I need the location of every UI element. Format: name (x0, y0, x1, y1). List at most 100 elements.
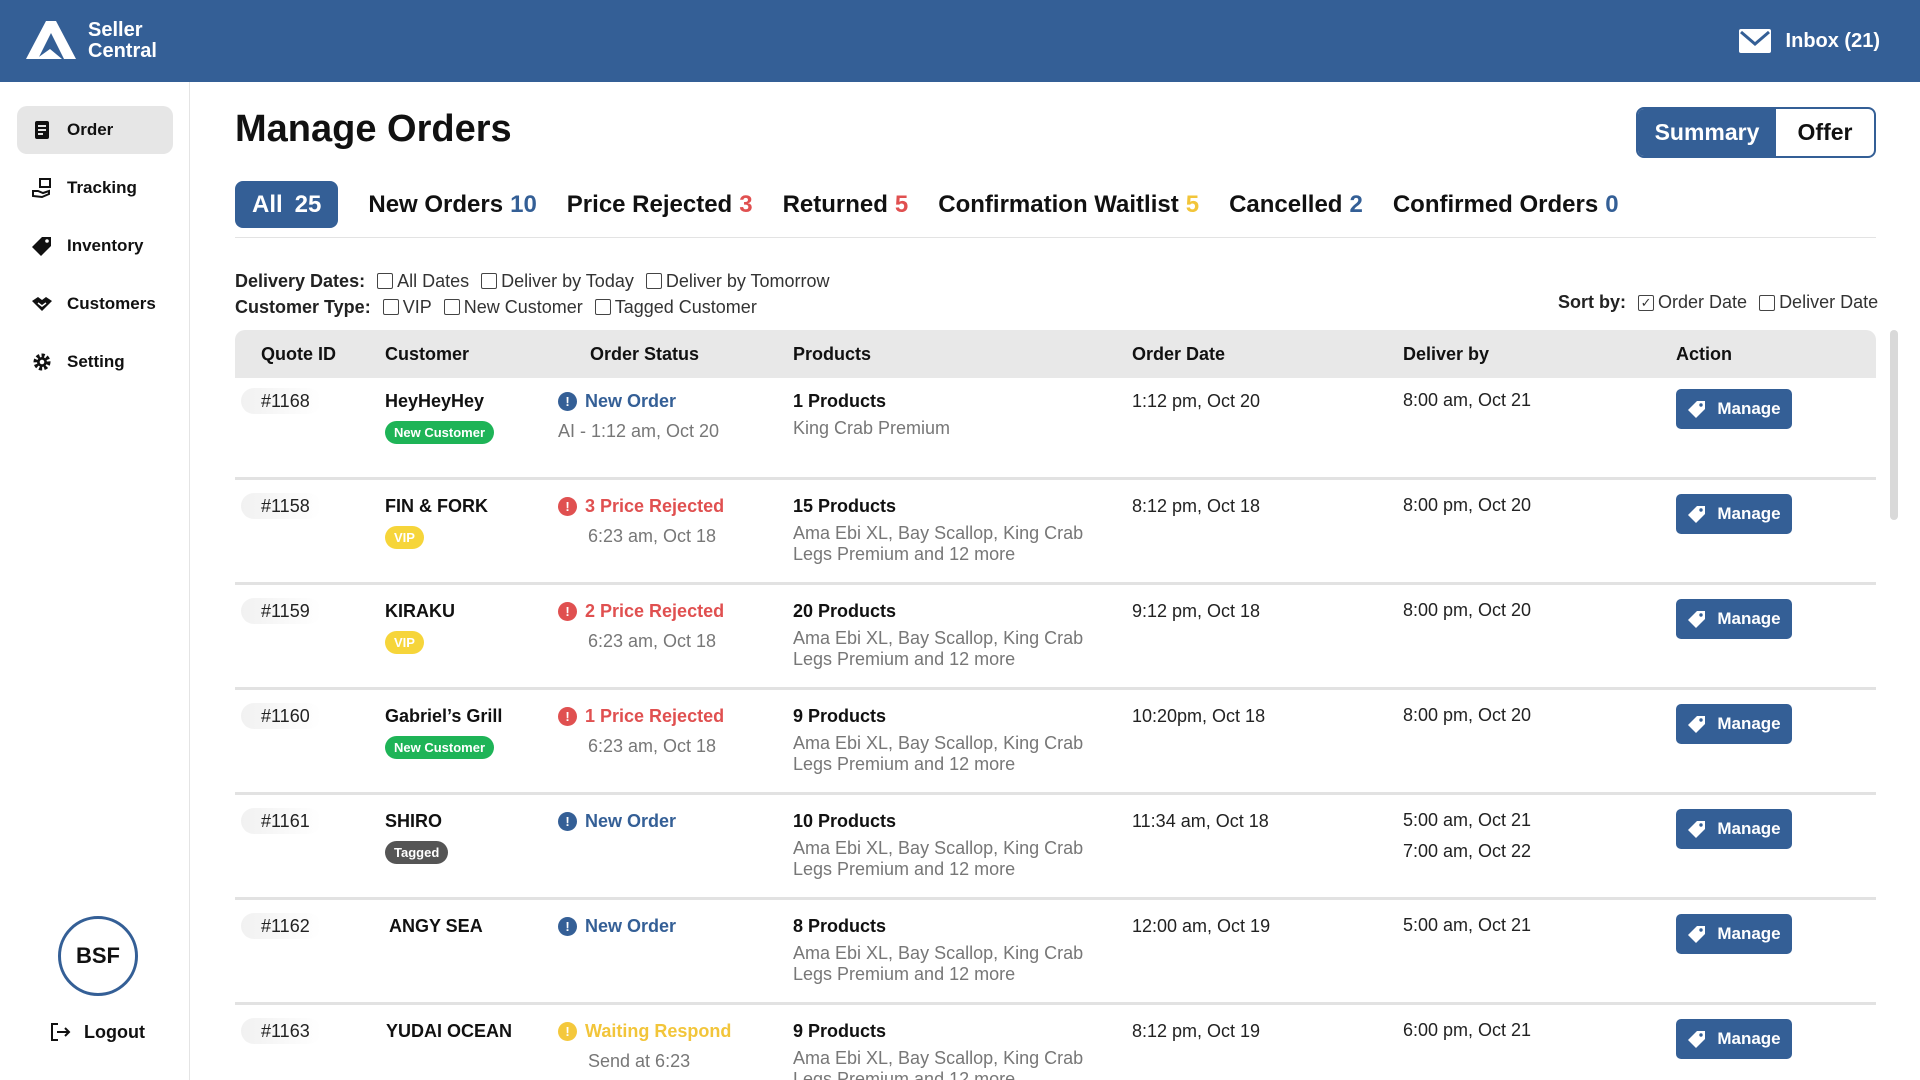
table-row[interactable]: #1161 SHIRO Tagged ! New Order 10 Products… (235, 798, 1876, 900)
scrollbar[interactable] (1890, 330, 1898, 520)
status-cell: ! New Order AI - 1:12 am, Oct 20 (558, 391, 719, 442)
products-count: 1 Products (793, 391, 887, 411)
checkbox[interactable] (645, 273, 662, 289)
checkbox[interactable] (1759, 294, 1776, 311)
tab-label: Returned (782, 190, 888, 218)
tab-confirmation-waitlist[interactable]: Confirmation Waitlist 5 (938, 181, 1199, 228)
checkbox[interactable] (443, 299, 460, 315)
tab-count: 0 (1605, 190, 1619, 218)
tab-confirmed-orders[interactable]: Confirmed Orders 0 (1393, 181, 1619, 228)
table-row[interactable]: #1168 HeyHeyHey New Customer ! New Order AI… (235, 378, 1876, 480)
deliver-by: 8:00 pm, Oct 20 (1403, 595, 1531, 626)
filter-vip[interactable]: VIP (382, 296, 432, 318)
sidebar-item-customers[interactable]: Customers (17, 280, 173, 328)
filter-deliver-today[interactable]: Deliver by Today (481, 271, 634, 292)
header-order-status: Order Status (590, 343, 700, 364)
products-count: 8 Products (793, 916, 887, 936)
avatar[interactable]: BSF (58, 916, 138, 996)
sidebar: Order Tracking Inventory Customers Setti… (0, 82, 190, 1080)
order-date: 8:12 pm, Oct 18 (1132, 496, 1261, 516)
table-row[interactable]: #1158 FIN & FORK VIP ! 3 Price Rejected 6:2… (235, 483, 1876, 585)
page-title: Manage Orders (235, 108, 512, 150)
sidebar-item-setting[interactable]: Setting (17, 338, 173, 386)
status-sub: 6:23 am, Oct 18 (588, 526, 717, 546)
manage-button[interactable]: Manage (1676, 1019, 1792, 1059)
sort-order-date[interactable]: ✓ Order Date (1638, 292, 1747, 313)
status-line: ! New Order (558, 916, 676, 937)
status-line: ! 1 Price Rejected (558, 706, 724, 727)
products-count: 20 Products (793, 601, 897, 621)
sort-by: Sort by: ✓ Order Date Deliver Date (1558, 292, 1878, 313)
inbox-button[interactable]: Inbox (21) (1738, 28, 1880, 54)
manage-button[interactable]: Manage (1676, 704, 1792, 744)
summary-toggle-button[interactable]: Summary (1638, 109, 1776, 156)
deliver-date: 8:00 pm, Oct 20 (1403, 600, 1532, 620)
tab-label: Confirmed Orders (1392, 190, 1599, 218)
checkbox-label: New Customer (463, 296, 583, 317)
customer-name: SHIRO (385, 811, 443, 831)
status-sub: Send at 6:23 (588, 1051, 691, 1071)
tab-returned[interactable]: Returned 5 (783, 181, 909, 228)
checkbox-label: Deliver Date (1779, 292, 1879, 312)
checkbox[interactable] (481, 273, 498, 289)
tag-icon (1688, 716, 1706, 733)
products-cell: 9 Products Ama Ebi XL, Bay Scallop, King … (793, 706, 1093, 775)
filter-new-customer[interactable]: New Customer (443, 296, 583, 318)
customer-cell: ANGY SEA (389, 916, 483, 937)
manage-button[interactable]: Manage (1676, 389, 1792, 429)
tag-icon (32, 237, 51, 256)
table-row[interactable]: #1159 KIRAKU VIP ! 2 Price Rejected 6:23 am… (235, 588, 1876, 690)
tab-cancelled[interactable]: Cancelled 2 (1229, 181, 1363, 228)
order-date: 11:34 am, Oct 18 (1132, 811, 1269, 831)
sidebar-item-tracking[interactable]: Tracking (17, 164, 173, 212)
products-count: 10 Products (793, 811, 897, 831)
offer-toggle-button[interactable]: Offer (1776, 109, 1874, 156)
info-icon: ! (558, 917, 577, 936)
table-row[interactable]: #1163 YUDAI OCEAN ! Waiting Respond Send a… (235, 1008, 1876, 1080)
status-cell: ! 3 Price Rejected 6:23 am, Oct 18 (558, 496, 724, 547)
header-deliver-by: Deliver by (1403, 343, 1490, 364)
manage-label: Manage (1717, 609, 1781, 628)
sort-deliver-date[interactable]: Deliver Date (1759, 292, 1878, 313)
checkbox-checked[interactable]: ✓ (1638, 294, 1655, 311)
sidebar-item-order[interactable]: Order (17, 106, 173, 154)
checkbox[interactable] (377, 273, 394, 289)
table-row[interactable]: #1160 Gabriel’s Grill New Customer ! 1 Pri… (235, 693, 1876, 795)
sidebar-item-inventory[interactable]: Inventory (17, 222, 173, 270)
manage-button[interactable]: Manage (1676, 599, 1792, 639)
quote-id: #1159 (241, 598, 321, 624)
products-desc: Ama Ebi XL, Bay Scallop, King Crab Legs … (793, 943, 1084, 984)
order-date: 10:20pm, Oct 18 (1132, 706, 1266, 726)
manage-button[interactable]: Manage (1676, 914, 1792, 954)
status-text: Waiting Respond (585, 1021, 732, 1041)
tab-label: New Orders (368, 190, 504, 218)
status-cell: ! Waiting Respond Send at 6:23 (558, 1021, 731, 1072)
tag-icon (1688, 926, 1706, 943)
tag-icon (1688, 401, 1706, 418)
manage-label: Manage (1717, 924, 1781, 943)
checkbox[interactable] (594, 299, 611, 315)
brand[interactable]: Seller Central (22, 19, 157, 63)
tab-all[interactable]: All 25 (235, 181, 339, 228)
filter-tagged-customer[interactable]: Tagged Customer (594, 297, 757, 318)
tab-new-orders[interactable]: New Orders 10 (368, 181, 536, 228)
tab-price-rejected[interactable]: Price Rejected 3 (567, 181, 753, 228)
deliver-date: 7:00 am, Oct 22 (1403, 841, 1532, 861)
quote-id: #1163 (241, 1018, 321, 1044)
tab-count: 3 (739, 190, 753, 218)
deliver-date: 8:00 pm, Oct 20 (1403, 705, 1532, 725)
customer-name: FIN & FORK (385, 496, 488, 516)
manage-button[interactable]: Manage (1676, 494, 1792, 534)
view-toggle: Summary Offer (1636, 107, 1876, 158)
customer-cell: KIRAKU VIP (385, 601, 455, 654)
manage-button[interactable]: Manage (1676, 809, 1792, 849)
table-row[interactable]: #1162 ANGY SEA ! New Order 8 Products Ama … (235, 903, 1876, 1005)
logout-button[interactable]: Logout (48, 1020, 145, 1044)
checkbox-label: VIP (402, 296, 432, 317)
manage-label: Manage (1717, 399, 1781, 418)
filter-deliver-tomorrow[interactable]: Deliver by Tomorrow (645, 271, 830, 292)
customer-cell: SHIRO Tagged (385, 811, 449, 864)
status-cell: ! 2 Price Rejected 6:23 am, Oct 18 (558, 601, 724, 652)
filter-all-dates[interactable]: All Dates (377, 271, 469, 292)
checkbox[interactable] (382, 299, 399, 315)
